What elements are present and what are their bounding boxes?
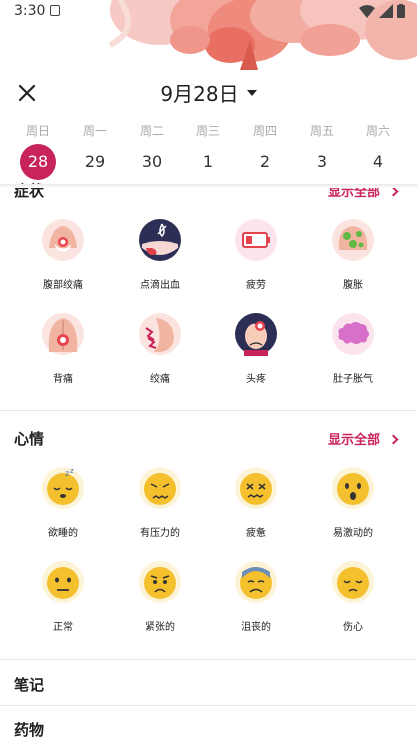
bloating-icon — [332, 219, 374, 261]
header: 9月28日 — [0, 72, 417, 112]
status-time: 3:30 — [14, 3, 46, 19]
mood-depressed[interactable]: 沮丧的 — [211, 560, 301, 633]
notification-icon — [50, 5, 60, 16]
day-number-selected: 28 — [20, 144, 56, 180]
day-name: 周三 — [195, 124, 220, 138]
battery-icon — [397, 4, 405, 18]
symptom-cramps[interactable]: 绞痛 — [115, 312, 205, 385]
mood-label: 有压力的 — [140, 528, 180, 539]
mood-label: 沮丧的 — [241, 622, 271, 633]
symptom-back-pain[interactable]: 背痛 — [18, 312, 108, 385]
abdominal-cramps-icon — [42, 219, 84, 261]
symptom-label: 背痛 — [53, 374, 73, 385]
section-divider — [0, 410, 417, 411]
day-number: 29 — [84, 152, 106, 171]
day-number: 3 — [316, 152, 328, 171]
section-divider — [0, 659, 417, 660]
spotting-icon — [139, 219, 181, 261]
day-name: 周一 — [82, 124, 107, 138]
day-number: 30 — [141, 152, 163, 171]
mood-nervous[interactable]: 紧张的 — [115, 560, 205, 633]
status-bar: 3:30 — [0, 0, 417, 24]
day-thu[interactable]: 周四 2 — [245, 122, 285, 180]
symptom-headache[interactable]: 头疼 — [211, 312, 301, 385]
medicine-title[interactable]: 药物 — [14, 719, 44, 740]
day-name: 周四 — [252, 124, 277, 138]
day-number: 2 — [259, 152, 271, 171]
mood-label: 疲惫 — [246, 528, 266, 539]
day-wed[interactable]: 周三 1 — [188, 122, 228, 180]
mood-show-all-link[interactable]: 显示全部 — [327, 429, 399, 448]
svg-text:z: z — [70, 467, 74, 475]
date-label: 9月28日 — [160, 82, 239, 106]
depressed-face-icon — [235, 561, 277, 603]
neutral-face-icon — [42, 561, 84, 603]
symptom-label: 肚子胀气 — [333, 374, 373, 385]
mood-sad[interactable]: 伤心 — [308, 560, 398, 633]
day-fri[interactable]: 周五 3 — [302, 122, 342, 180]
day-mon[interactable]: 周一 29 — [75, 122, 115, 180]
sleepy-face-icon: z z — [42, 467, 84, 509]
chevron-right-icon — [388, 434, 399, 445]
week-strip: 周日 28 周一 29 周二 30 周三 1 周四 2 周五 3 周六 4 — [0, 122, 417, 184]
symptom-spotting[interactable]: 点滴出血 — [115, 218, 205, 291]
mood-label: 伤心 — [343, 622, 363, 633]
symptom-gas[interactable]: 肚子胀气 — [308, 312, 398, 385]
mood-label: 正常 — [53, 622, 73, 633]
chevron-right-icon — [388, 186, 399, 197]
date-selector[interactable]: 9月28日 — [0, 78, 417, 107]
day-tue[interactable]: 周二 30 — [132, 122, 172, 180]
excited-face-icon — [332, 467, 374, 509]
wifi-icon — [359, 4, 375, 18]
day-name: 周日 — [25, 124, 50, 138]
mood-neutral[interactable]: 正常 — [18, 560, 108, 633]
mood-label: 紧张的 — [145, 622, 175, 633]
mood-sleepy[interactable]: z z 欲睡的 — [18, 466, 108, 539]
symptom-label: 绞痛 — [150, 374, 170, 385]
symptom-label: 腹部绞痛 — [43, 280, 83, 291]
low-battery-icon — [235, 219, 277, 261]
sad-face-icon — [332, 561, 374, 603]
gas-icon — [332, 313, 374, 355]
symptom-label: 点滴出血 — [140, 280, 180, 291]
show-all-label: 显示全部 — [327, 433, 380, 448]
exhausted-face-icon — [235, 467, 277, 509]
mood-label: 易激动的 — [333, 528, 373, 539]
signal-icon — [379, 4, 393, 18]
back-pain-icon — [42, 313, 84, 355]
day-sat[interactable]: 周六 4 — [358, 122, 398, 180]
mood-stressed[interactable]: 有压力的 — [115, 466, 205, 539]
day-name: 周二 — [139, 124, 164, 138]
mood-exhausted[interactable]: 疲惫 — [211, 466, 301, 539]
day-name: 周五 — [309, 124, 334, 138]
symptom-fatigue[interactable]: 疲劳 — [211, 218, 301, 291]
status-icons — [359, 4, 405, 18]
headache-icon — [235, 313, 277, 356]
caret-down-icon — [246, 89, 257, 96]
cramps-icon — [139, 313, 181, 355]
symptom-abdominal-cramps[interactable]: 腹部绞痛 — [18, 218, 108, 291]
mood-title: 心情 — [14, 430, 45, 448]
day-name: 周六 — [365, 124, 390, 138]
symptom-bloating[interactable]: 腹胀 — [308, 218, 398, 291]
mood-excited[interactable]: 易激动的 — [308, 466, 398, 539]
scroll-shadow — [0, 184, 417, 188]
day-sun[interactable]: 周日 28 — [18, 122, 58, 180]
mood-label: 欲睡的 — [48, 528, 78, 539]
symptom-label: 头疼 — [246, 374, 266, 385]
symptom-label: 腹胀 — [343, 280, 363, 291]
section-divider — [0, 705, 417, 706]
day-number: 1 — [202, 152, 214, 171]
nervous-face-icon — [139, 561, 181, 603]
stressed-face-icon — [139, 467, 181, 509]
symptom-label: 疲劳 — [246, 280, 266, 291]
notes-title[interactable]: 笔记 — [14, 674, 44, 695]
day-number: 4 — [372, 152, 384, 171]
svg-text:z: z — [65, 469, 69, 478]
